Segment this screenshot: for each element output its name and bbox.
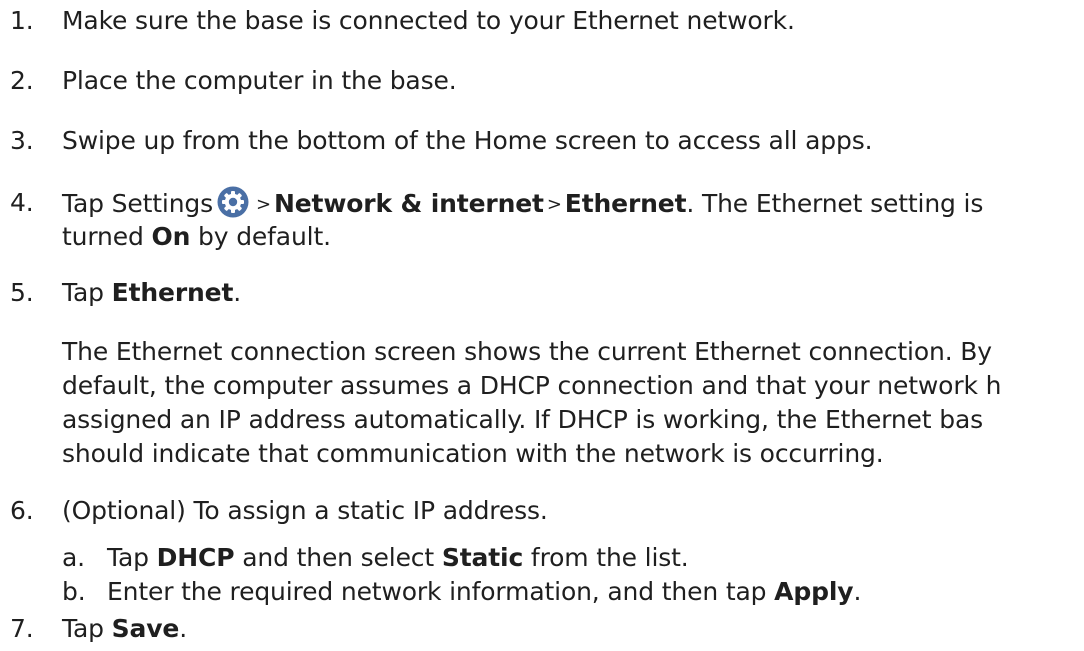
step-text-pre: Tap Settings [62,189,214,218]
step-text-pre: Enter the required network information, … [107,577,775,606]
step-text-post: by default. [190,222,331,251]
step-text: Make sure the base is connected to your … [62,6,795,35]
step-text: Tap Save. [62,612,187,646]
step-4-continuation: turned On by default. [62,220,331,254]
step-text-pre: turned [62,222,152,251]
substep-text: Tap DHCP and then select Static from the… [107,541,689,575]
step-text: Swipe up from the bottom of the Home scr… [62,126,873,155]
substep-letter: a. [62,543,85,572]
paragraph-line: default, the computer assumes a DHCP con… [62,371,1002,400]
step-number: 4. [10,188,34,217]
step-text-pre: Tap [107,543,157,572]
step-number: 5. [10,278,34,307]
step-number: 1. [10,6,34,35]
step-number: 7. [10,614,34,643]
instruction-page: 1. Make sure the base is connected to yo… [0,0,1084,651]
step-text: Tap Ethernet. [62,276,241,310]
paragraph-line: assigned an IP address automatically. If… [62,405,984,434]
step-text: (Optional) To assign a static IP address… [62,496,548,525]
breadcrumb-separator: > [256,194,271,215]
step-text: Place the computer in the base. [62,66,457,95]
menu-path-network: Network & internet [273,189,544,218]
setting-state-on: On [151,222,191,251]
substep-letter: b. [62,577,86,606]
step-text-post: . The Ethernet setting is [686,189,984,218]
dhcp-label: DHCP [156,543,235,572]
apply-label: Apply [774,577,854,606]
ethernet-label: Ethernet [111,278,234,307]
step-text-pre: Tap [62,614,112,643]
step-text-post: from the list. [523,543,689,572]
menu-path-ethernet: Ethernet [564,189,687,218]
paragraph-line: The Ethernet connection screen shows the… [62,337,992,366]
paragraph-line: should indicate that communication with … [62,439,884,468]
step-number: 6. [10,496,34,525]
substep-text: Enter the required network information, … [107,575,861,609]
step-text-mid: and then select [234,543,442,572]
step-number: 3. [10,126,34,155]
step-text-post: . [233,278,242,307]
save-label: Save [111,614,180,643]
step-text-post: . [853,577,862,606]
step-text-post: . [179,614,187,643]
step-text-pre: Tap [62,278,112,307]
breadcrumb-separator: > [546,194,562,215]
step-number: 2. [10,66,34,95]
settings-gear-icon [217,186,249,218]
static-label: Static [441,543,524,572]
step-text: Tap Settings > Network & internet > Ethernet… [62,186,983,222]
